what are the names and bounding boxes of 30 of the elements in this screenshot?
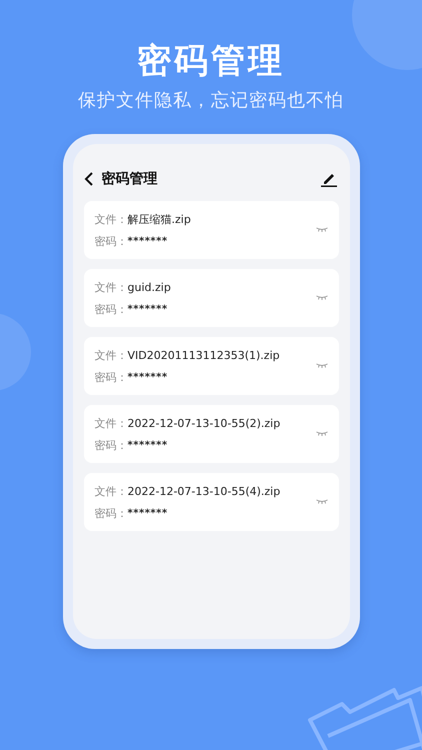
file-label: 文件： <box>94 484 128 498</box>
password-label: 密码： <box>94 302 128 316</box>
password-label: 密码： <box>94 370 128 384</box>
closed-eye-icon[interactable] <box>316 363 328 369</box>
file-label: 文件： <box>94 280 128 294</box>
app-title: 密码管理 <box>102 170 158 188</box>
file-name: 2022-12-07-13-10-55(4).zip <box>128 484 280 498</box>
password-label: 密码： <box>94 506 128 520</box>
file-name: 2022-12-07-13-10-55(2).zip <box>128 416 280 430</box>
file-label: 文件： <box>94 212 128 226</box>
file-name: VID20201113112353(1).zip <box>128 348 280 362</box>
closed-eye-icon[interactable] <box>316 295 328 301</box>
closed-eye-icon[interactable] <box>316 227 328 233</box>
password-value: ******* <box>128 302 168 316</box>
hero-title: 密码管理 <box>137 40 285 83</box>
edit-icon[interactable] <box>320 171 336 187</box>
file-label: 文件： <box>94 416 128 430</box>
closed-eye-icon[interactable] <box>316 499 328 505</box>
password-value: ******* <box>128 234 168 248</box>
password-label: 密码： <box>94 438 128 452</box>
closed-eye-icon[interactable] <box>316 431 328 437</box>
hero-subtitle: 保护文件隐私，忘记密码也不怕 <box>78 89 344 113</box>
password-value: ******* <box>128 370 168 384</box>
file-label: 文件： <box>94 348 128 362</box>
file-name: guid.zip <box>128 280 171 294</box>
password-label: 密码： <box>94 234 128 248</box>
password-value: ******* <box>128 438 168 452</box>
back-icon[interactable] <box>84 172 94 186</box>
file-name: 解压缩猫.zip <box>128 212 191 226</box>
password-value: ******* <box>128 506 168 520</box>
